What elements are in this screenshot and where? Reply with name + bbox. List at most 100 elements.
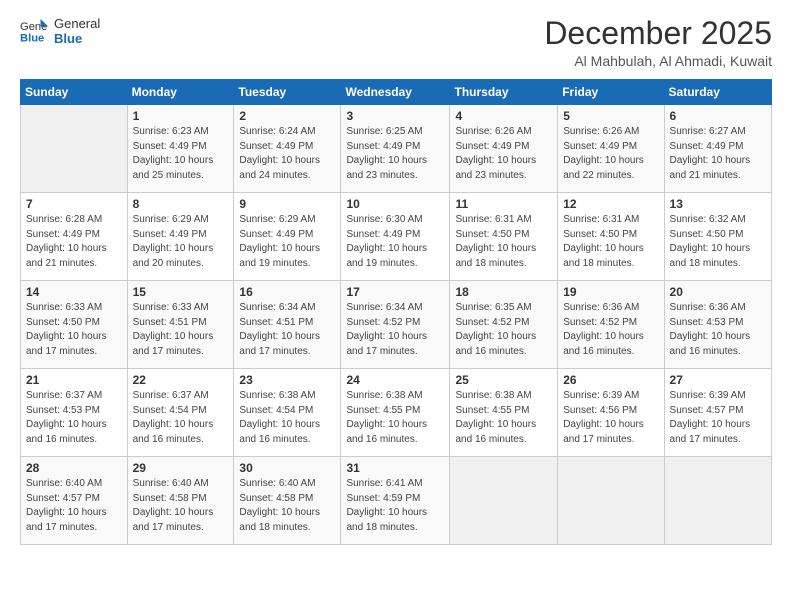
calendar-cell: 11 Sunrise: 6:31 AMSunset: 4:50 PMDaylig… — [450, 193, 558, 281]
day-number: 13 — [670, 197, 766, 211]
day-number: 21 — [26, 373, 122, 387]
calendar-cell: 20 Sunrise: 6:36 AMSunset: 4:53 PMDaylig… — [664, 281, 771, 369]
cell-info: Sunrise: 6:35 AMSunset: 4:52 PMDaylight:… — [455, 302, 536, 357]
day-number: 8 — [133, 197, 229, 211]
calendar-cell: 24 Sunrise: 6:38 AMSunset: 4:55 PMDaylig… — [341, 369, 450, 457]
cell-info: Sunrise: 6:31 AMSunset: 4:50 PMDaylight:… — [455, 214, 536, 269]
day-number: 18 — [455, 285, 552, 299]
day-number: 17 — [346, 285, 444, 299]
logo-blue-text: Blue — [54, 31, 100, 46]
cell-info: Sunrise: 6:26 AMSunset: 4:49 PMDaylight:… — [563, 126, 644, 181]
calendar-cell: 4 Sunrise: 6:26 AMSunset: 4:49 PMDayligh… — [450, 105, 558, 193]
calendar-cell: 5 Sunrise: 6:26 AMSunset: 4:49 PMDayligh… — [558, 105, 664, 193]
calendar-cell — [21, 105, 128, 193]
cell-info: Sunrise: 6:40 AMSunset: 4:58 PMDaylight:… — [133, 478, 214, 533]
cell-info: Sunrise: 6:40 AMSunset: 4:57 PMDaylight:… — [26, 478, 107, 533]
cell-info: Sunrise: 6:38 AMSunset: 4:55 PMDaylight:… — [455, 390, 536, 445]
cell-info: Sunrise: 6:34 AMSunset: 4:52 PMDaylight:… — [346, 302, 427, 357]
week-row-4: 21 Sunrise: 6:37 AMSunset: 4:53 PMDaylig… — [21, 369, 772, 457]
calendar-cell: 27 Sunrise: 6:39 AMSunset: 4:57 PMDaylig… — [664, 369, 771, 457]
calendar-cell: 25 Sunrise: 6:38 AMSunset: 4:55 PMDaylig… — [450, 369, 558, 457]
calendar-cell: 9 Sunrise: 6:29 AMSunset: 4:49 PMDayligh… — [234, 193, 341, 281]
day-number: 15 — [133, 285, 229, 299]
day-number: 30 — [239, 461, 335, 475]
calendar-cell: 14 Sunrise: 6:33 AMSunset: 4:50 PMDaylig… — [21, 281, 128, 369]
cell-info: Sunrise: 6:25 AMSunset: 4:49 PMDaylight:… — [346, 126, 427, 181]
day-number: 16 — [239, 285, 335, 299]
calendar-table: SundayMondayTuesdayWednesdayThursdayFrid… — [20, 79, 772, 545]
cell-info: Sunrise: 6:31 AMSunset: 4:50 PMDaylight:… — [563, 214, 644, 269]
day-number: 5 — [563, 109, 658, 123]
week-row-2: 7 Sunrise: 6:28 AMSunset: 4:49 PMDayligh… — [21, 193, 772, 281]
calendar-cell: 31 Sunrise: 6:41 AMSunset: 4:59 PMDaylig… — [341, 457, 450, 545]
calendar-cell: 17 Sunrise: 6:34 AMSunset: 4:52 PMDaylig… — [341, 281, 450, 369]
calendar-cell: 22 Sunrise: 6:37 AMSunset: 4:54 PMDaylig… — [127, 369, 234, 457]
calendar-cell — [558, 457, 664, 545]
day-number: 26 — [563, 373, 658, 387]
cell-info: Sunrise: 6:30 AMSunset: 4:49 PMDaylight:… — [346, 214, 427, 269]
calendar-page: General Blue General Blue December 2025 … — [0, 0, 792, 612]
cell-info: Sunrise: 6:29 AMSunset: 4:49 PMDaylight:… — [133, 214, 214, 269]
cell-info: Sunrise: 6:23 AMSunset: 4:49 PMDaylight:… — [133, 126, 214, 181]
calendar-cell: 12 Sunrise: 6:31 AMSunset: 4:50 PMDaylig… — [558, 193, 664, 281]
header-day-saturday: Saturday — [664, 80, 771, 105]
cell-info: Sunrise: 6:37 AMSunset: 4:53 PMDaylight:… — [26, 390, 107, 445]
day-number: 29 — [133, 461, 229, 475]
day-number: 27 — [670, 373, 766, 387]
day-number: 19 — [563, 285, 658, 299]
logo-general-text: General — [54, 16, 100, 31]
svg-text:Blue: Blue — [20, 32, 44, 44]
calendar-cell: 13 Sunrise: 6:32 AMSunset: 4:50 PMDaylig… — [664, 193, 771, 281]
calendar-cell: 3 Sunrise: 6:25 AMSunset: 4:49 PMDayligh… — [341, 105, 450, 193]
day-number: 23 — [239, 373, 335, 387]
day-number: 22 — [133, 373, 229, 387]
month-year: December 2025 — [544, 16, 772, 51]
day-number: 24 — [346, 373, 444, 387]
cell-info: Sunrise: 6:40 AMSunset: 4:58 PMDaylight:… — [239, 478, 320, 533]
cell-info: Sunrise: 6:26 AMSunset: 4:49 PMDaylight:… — [455, 126, 536, 181]
location: Al Mahbulah, Al Ahmadi, Kuwait — [544, 53, 772, 69]
calendar-cell: 28 Sunrise: 6:40 AMSunset: 4:57 PMDaylig… — [21, 457, 128, 545]
cell-info: Sunrise: 6:32 AMSunset: 4:50 PMDaylight:… — [670, 214, 751, 269]
calendar-cell: 7 Sunrise: 6:28 AMSunset: 4:49 PMDayligh… — [21, 193, 128, 281]
calendar-cell: 6 Sunrise: 6:27 AMSunset: 4:49 PMDayligh… — [664, 105, 771, 193]
day-number: 4 — [455, 109, 552, 123]
cell-info: Sunrise: 6:27 AMSunset: 4:49 PMDaylight:… — [670, 126, 751, 181]
cell-info: Sunrise: 6:33 AMSunset: 4:51 PMDaylight:… — [133, 302, 214, 357]
calendar-cell: 18 Sunrise: 6:35 AMSunset: 4:52 PMDaylig… — [450, 281, 558, 369]
cell-info: Sunrise: 6:36 AMSunset: 4:53 PMDaylight:… — [670, 302, 751, 357]
day-number: 11 — [455, 197, 552, 211]
day-number: 28 — [26, 461, 122, 475]
calendar-cell: 30 Sunrise: 6:40 AMSunset: 4:58 PMDaylig… — [234, 457, 341, 545]
day-number: 25 — [455, 373, 552, 387]
week-row-1: 1 Sunrise: 6:23 AMSunset: 4:49 PMDayligh… — [21, 105, 772, 193]
cell-info: Sunrise: 6:39 AMSunset: 4:56 PMDaylight:… — [563, 390, 644, 445]
cell-info: Sunrise: 6:24 AMSunset: 4:49 PMDaylight:… — [239, 126, 320, 181]
calendar-cell: 10 Sunrise: 6:30 AMSunset: 4:49 PMDaylig… — [341, 193, 450, 281]
day-number: 3 — [346, 109, 444, 123]
calendar-cell: 2 Sunrise: 6:24 AMSunset: 4:49 PMDayligh… — [234, 105, 341, 193]
cell-info: Sunrise: 6:38 AMSunset: 4:54 PMDaylight:… — [239, 390, 320, 445]
calendar-header-row: SundayMondayTuesdayWednesdayThursdayFrid… — [21, 80, 772, 105]
title-block: December 2025 Al Mahbulah, Al Ahmadi, Ku… — [544, 16, 772, 69]
day-number: 20 — [670, 285, 766, 299]
calendar-cell: 23 Sunrise: 6:38 AMSunset: 4:54 PMDaylig… — [234, 369, 341, 457]
header-day-friday: Friday — [558, 80, 664, 105]
calendar-cell: 26 Sunrise: 6:39 AMSunset: 4:56 PMDaylig… — [558, 369, 664, 457]
week-row-3: 14 Sunrise: 6:33 AMSunset: 4:50 PMDaylig… — [21, 281, 772, 369]
header-day-monday: Monday — [127, 80, 234, 105]
cell-info: Sunrise: 6:39 AMSunset: 4:57 PMDaylight:… — [670, 390, 751, 445]
cell-info: Sunrise: 6:33 AMSunset: 4:50 PMDaylight:… — [26, 302, 107, 357]
cell-info: Sunrise: 6:37 AMSunset: 4:54 PMDaylight:… — [133, 390, 214, 445]
day-number: 1 — [133, 109, 229, 123]
day-number: 14 — [26, 285, 122, 299]
cell-info: Sunrise: 6:29 AMSunset: 4:49 PMDaylight:… — [239, 214, 320, 269]
logo-icon: General Blue — [20, 17, 48, 45]
cell-info: Sunrise: 6:38 AMSunset: 4:55 PMDaylight:… — [346, 390, 427, 445]
calendar-cell — [664, 457, 771, 545]
day-number: 9 — [239, 197, 335, 211]
cell-info: Sunrise: 6:41 AMSunset: 4:59 PMDaylight:… — [346, 478, 427, 533]
calendar-cell: 19 Sunrise: 6:36 AMSunset: 4:52 PMDaylig… — [558, 281, 664, 369]
day-number: 10 — [346, 197, 444, 211]
day-number: 12 — [563, 197, 658, 211]
